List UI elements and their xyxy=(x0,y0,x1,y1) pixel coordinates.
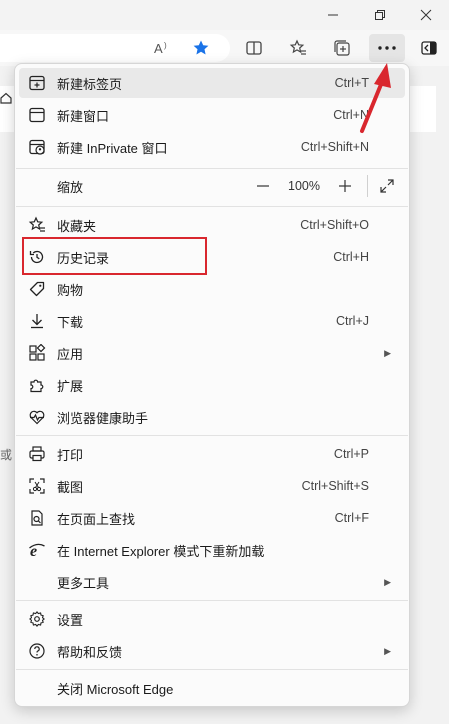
annotation-arrow xyxy=(360,63,391,133)
